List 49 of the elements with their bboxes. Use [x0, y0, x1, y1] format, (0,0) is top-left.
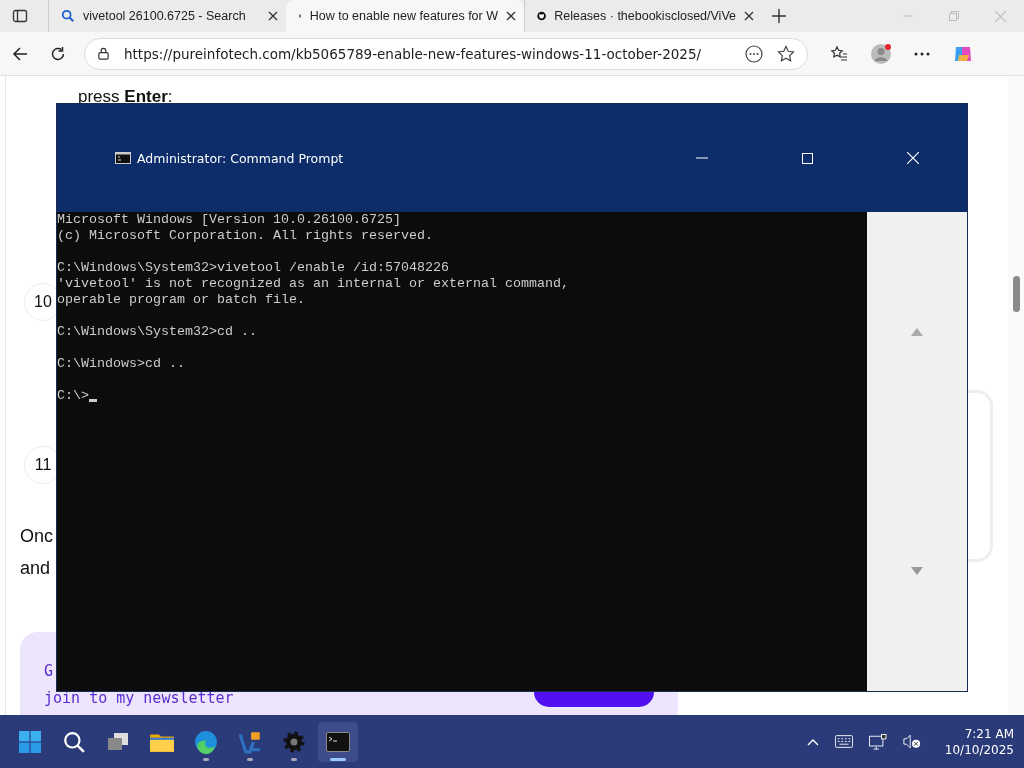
swirl-logo-icon	[194, 729, 218, 754]
new-tab-icon[interactable]	[772, 9, 786, 23]
url-text: https://pureinfotech.com/kb5065789-enable-new-features-windows-11-october-2025/	[124, 45, 703, 62]
console-line: (c) Microsoft Corporation. All rights reserved.	[57, 228, 433, 244]
browser-tab[interactable]: How to enable new features for W	[286, 0, 524, 32]
stacked-windows-icon	[107, 731, 129, 752]
console-line: C:\Windows\System32>vivetool /enable /id:57048226	[57, 260, 449, 276]
newsletter-heading: G	[44, 662, 54, 681]
time-text: 7:21 AM	[964, 725, 1014, 742]
chevron-up-icon[interactable]	[806, 737, 819, 746]
refresh-icon[interactable]	[50, 45, 66, 62]
more-icon[interactable]	[914, 51, 930, 56]
taskbar-button[interactable]	[318, 721, 358, 762]
clock[interactable]: 7:21 AM 10/10/2025	[944, 725, 1014, 758]
scrollbar[interactable]	[1008, 76, 1024, 715]
instruction-text: press Enter:	[77, 86, 174, 107]
scroll-thumb[interactable]	[1013, 276, 1020, 312]
keyboard-icon[interactable]	[834, 735, 853, 748]
paragraph-text: and	[20, 557, 51, 580]
more-dots-icon[interactable]	[745, 44, 763, 63]
date-text: 10/10/2025	[944, 741, 1014, 758]
close-icon[interactable]	[744, 11, 754, 21]
search-icon	[61, 9, 75, 23]
terminal-icon	[326, 731, 350, 752]
search-icon	[63, 730, 85, 753]
windows-logo-icon	[19, 730, 41, 753]
console-line: C:\Windows\System32>cd ..	[57, 324, 257, 340]
console-line: C:\Windows>cd ..	[57, 356, 185, 372]
console-line: Microsoft Windows [Version 10.0.26100.6725]	[57, 212, 401, 228]
console-app-icon	[115, 152, 131, 164]
newsletter-text: join to my newsletter	[44, 689, 234, 708]
muted-speaker-icon[interactable]	[902, 734, 921, 749]
star-icon[interactable]	[777, 44, 795, 63]
window-title: Administrator: Command Prompt	[137, 150, 344, 166]
close-icon[interactable]	[268, 11, 278, 21]
app-icon	[238, 729, 262, 754]
paragraph-text: Onc	[20, 525, 53, 548]
maximize-icon[interactable]	[802, 152, 813, 164]
close-icon[interactable]	[506, 11, 516, 21]
monitor-icon[interactable]	[868, 733, 887, 750]
profile-avatar-icon[interactable]	[870, 42, 892, 65]
gear-icon	[282, 729, 306, 754]
subscribe-button[interactable]	[534, 692, 654, 707]
address-bar[interactable]: https://pureinfotech.com/kb5065789-enable-new-features-windows-11-october-2025/	[84, 37, 808, 70]
sidebar-toggle-icon[interactable]	[12, 8, 28, 24]
lock-icon	[97, 47, 110, 60]
back-arrow-icon[interactable]	[12, 45, 28, 62]
favorites-icon[interactable]	[830, 44, 848, 63]
console-line: C:\>	[57, 388, 89, 404]
